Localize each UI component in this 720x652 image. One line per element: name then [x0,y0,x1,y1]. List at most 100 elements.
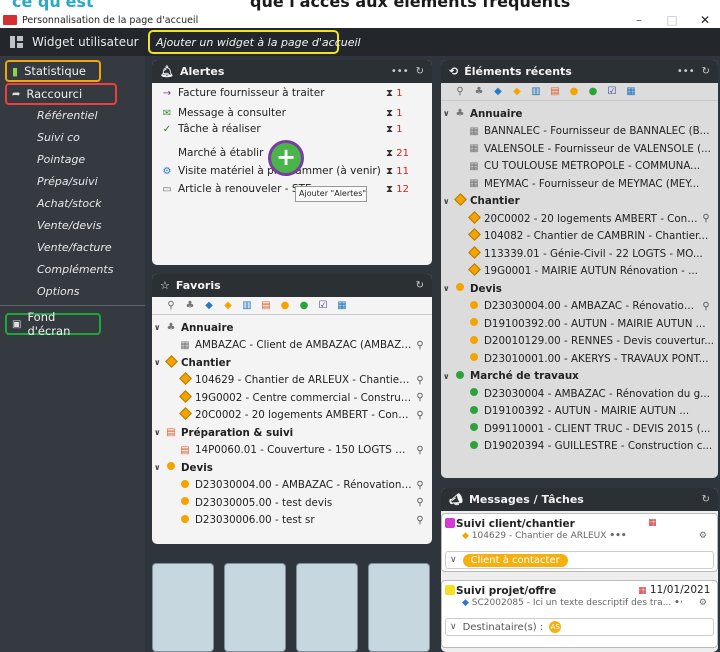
empty-widget-slot[interactable] [224,563,286,652]
list-item[interactable]: D23010001.00 - AKERYS - TRAVAUX PONT... [441,350,718,368]
task-card[interactable]: Suivi projet/offre ▦ 11/01/2021 ◆ SC2002… [441,580,718,648]
list-item[interactable]: 104082 - Chantier de CAMBRIN - Chantier.… [441,228,718,246]
list-item[interactable]: D23030004 - AMBAZAC - Rénovation du g... [441,385,718,403]
pin-filter-icon[interactable]: ⚲ [455,86,465,97]
group-devis[interactable]: ∨ Devis [152,459,432,477]
prep-filter-icon[interactable]: ▤ [261,300,271,311]
empty-widget-slot[interactable] [296,563,358,652]
check-list-filter-icon[interactable]: ☑ [607,86,617,97]
sidebar-subitem-achat-stock[interactable]: Achat/stock [37,197,102,210]
empty-widget-slot[interactable] [152,563,214,652]
list-item[interactable]: D19100392 - AUTUN - MAIRIE AUTUN ... [441,403,718,421]
pin-icon[interactable]: ⚲ [412,375,428,386]
group-chantier[interactable]: ∨ Chantier [441,193,718,211]
group-chantier[interactable]: ∨ Chantier [152,354,432,372]
list-item[interactable]: D19100392.00 - AUTUN - MAIRIE AUTUN ... [441,315,718,333]
pin-icon[interactable]: ⚲ [412,392,428,403]
list-item[interactable]: D20010129.00 - RENNES - Devis couvertur.… [441,333,718,351]
group-marche-travaux[interactable]: ∨ Marché de travaux [441,368,718,386]
card-footer[interactable]: ∨ Client à contacter [445,551,714,569]
contacts-filter-icon[interactable]: ♣ [185,300,195,311]
pin-icon[interactable]: ⚲ [412,410,428,421]
widget-utilisateur-tab[interactable]: Widget utilisateur [10,28,139,56]
diamond-blue-filter-icon[interactable]: ◆ [204,300,214,311]
list-item[interactable]: ▦ BANNALEC - Fournisseur de BANNALEC (B..… [441,123,718,141]
dot-orange-filter-icon[interactable]: ● [569,86,579,97]
group-annuaire[interactable]: ∨ ♣ Annuaire [441,105,718,123]
more-icon[interactable]: ••• [677,66,695,77]
pin-icon[interactable]: ⚲ [698,301,714,312]
diamond-orange-filter-icon[interactable]: ◆ [512,86,522,97]
pin-filter-icon[interactable]: ⚲ [166,300,176,311]
refresh-icon[interactable]: ↻ [702,494,710,505]
empty-widget-slot[interactable] [368,563,430,652]
dot-green-filter-icon[interactable]: ● [588,86,598,97]
pin-icon[interactable]: ⚲ [412,515,428,526]
pin-icon[interactable]: ⚲ [412,480,428,491]
sidebar-subitem-vente-facture[interactable]: Vente/facture [37,241,112,254]
alert-row[interactable]: ✉ Message à consulter ⧗ 1 [160,107,418,119]
list-item[interactable]: D23030006.00 - test sr ⚲ [152,512,432,530]
list-item[interactable]: 104629 - Chantier de ARLEUX - Chantier d… [152,372,432,390]
more-icon[interactable]: ••• [391,66,409,77]
list-item[interactable]: ▦ MEYMAC - Fournisseur de MEYMAC (MEY... [441,175,718,193]
pin-icon[interactable]: ⚲ [412,445,428,456]
building-filter-icon[interactable]: ▦ [337,300,347,311]
sidebar-subitem-suivi-co[interactable]: Suivi co [37,131,80,144]
group-preparation[interactable]: ∨ ▤ Préparation & suivi [152,424,432,442]
message-card[interactable]: Suivi client/chantier ▦ ◆ 104629 - Chant… [441,513,718,572]
contacts-filter-icon[interactable]: ♣ [474,86,484,97]
factory-filter-icon[interactable]: ▥ [531,86,541,97]
list-item[interactable]: ▦ AMBAZAC - Client de AMBAZAC (AMBAZA... ⚲ [152,337,432,355]
prep-filter-icon[interactable]: ▤ [550,86,560,97]
pin-icon[interactable]: ⚲ [412,497,428,508]
refresh-icon[interactable]: ↻ [416,280,424,291]
list-item[interactable]: 19G0001 - MAIRIE AUTUN Rénovation - ... [441,263,718,281]
list-item[interactable]: ▤ 14P0060.01 - Couverture - 150 LOGTS MA.… [152,442,432,460]
add-widget-plus-button[interactable]: + [268,140,304,176]
card-footer[interactable]: ∨ Destinataire(s) : AS [445,618,714,636]
sidebar-subitem-vente-devis[interactable]: Vente/devis [37,219,101,232]
alert-row[interactable]: → Facture fournisseur à traiter ⧗ 1 [160,87,418,99]
refresh-icon[interactable]: ↻ [702,66,710,77]
alert-row[interactable]: ▭ Article à renouveler - STE ⧗ 12 [160,183,418,195]
list-item[interactable]: ▦ VALENSOLE - Fournisseur de VALENSOLE (.… [441,140,718,158]
list-item[interactable]: D99110001 - CLIENT TRUC - DEVIS 2015 (..… [441,420,718,438]
sidebar-item-fond-ecran[interactable]: ▣ Fond d'écran [5,310,101,338]
sidebar-item-statistique[interactable]: ▮ Statistique [5,60,101,82]
close-button[interactable]: ✕ [690,12,720,28]
gear-icon[interactable]: ⚙ [699,598,707,608]
sidebar-item-raccourci[interactable]: ➦ Raccourci [5,83,117,105]
group-devis[interactable]: ∨ Devis [441,280,718,298]
list-item[interactable]: D23030005.00 - test devis ⚲ [152,494,432,512]
add-widget-button[interactable]: Ajouter un widget à la page d'accueil [148,30,361,54]
list-item[interactable]: 19G0002 - Centre commercial - Constructi… [152,389,432,407]
pin-icon[interactable]: ⚲ [412,340,428,351]
sidebar-subitem-complements[interactable]: Compléments [37,263,113,276]
sidebar-subitem-options[interactable]: Options [37,285,79,298]
sidebar-subitem-prepa-suivi[interactable]: Prépa/suivi [37,175,98,188]
list-item[interactable]: 113339.01 - Génie-Civil - 22 LOGTS - MO.… [441,245,718,263]
factory-filter-icon[interactable]: ▥ [242,300,252,311]
list-item[interactable]: D23030004.00 - AMBAZAC - Rénovation d...… [152,477,432,495]
check-list-filter-icon[interactable]: ☑ [318,300,328,311]
sidebar-subitem-referentiel[interactable]: Référentiel [37,109,98,122]
list-item[interactable]: 20C0002 - 20 logements AMBERT - Constr..… [152,407,432,425]
gear-icon[interactable]: ⚙ [699,531,707,541]
diamond-orange-filter-icon[interactable]: ◆ [223,300,233,311]
pin-icon[interactable]: ⚲ [698,213,714,224]
dot-green-filter-icon[interactable]: ● [299,300,309,311]
alert-row[interactable]: ✓ Tâche à réaliser ⧗ 1 [160,123,418,135]
minimize-button[interactable]: – [624,12,654,28]
list-item[interactable]: D23030004.00 - AMBAZAC - Rénovation d...… [441,298,718,316]
group-annuaire[interactable]: ∨ ♣ Annuaire [152,319,432,337]
maximize-button[interactable]: □ [657,12,687,28]
list-item[interactable]: ▦ CU TOULOUSE MÉTROPOLE - COMMUNA... [441,158,718,176]
list-item[interactable]: D19020394 - GUILLESTRE - Construction c.… [441,438,718,456]
dot-orange-filter-icon[interactable]: ● [280,300,290,311]
refresh-icon[interactable]: ↻ [416,66,424,77]
diamond-blue-filter-icon[interactable]: ◆ [493,86,503,97]
list-item[interactable]: 20C0002 - 20 logements AMBERT - Constr..… [441,210,718,228]
sidebar-subitem-pointage[interactable]: Pointage [37,153,85,166]
building-filter-icon[interactable]: ▦ [626,86,636,97]
